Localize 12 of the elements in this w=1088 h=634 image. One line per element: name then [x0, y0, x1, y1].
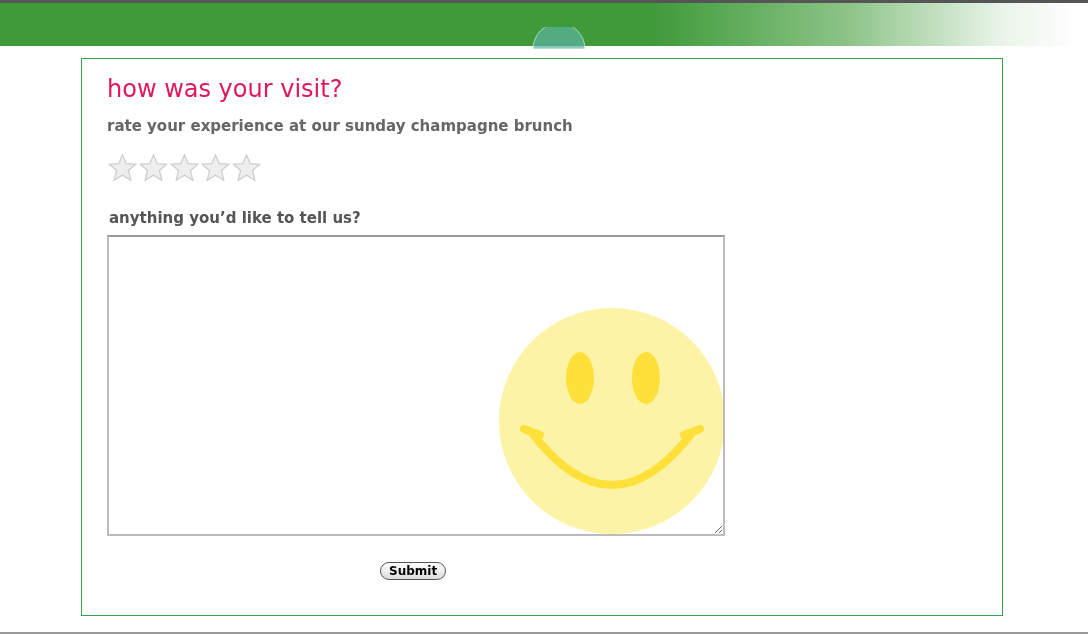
- star-icon[interactable]: [138, 153, 169, 183]
- bubble-icon: [532, 27, 586, 49]
- star-icon[interactable]: [231, 153, 262, 183]
- star-icon[interactable]: [107, 153, 138, 183]
- comment-field[interactable]: [107, 235, 725, 536]
- star-icon[interactable]: [200, 153, 231, 183]
- rating-label: rate your experience at our sunday champagne brunch: [107, 117, 574, 135]
- star-icon[interactable]: [169, 153, 200, 183]
- comment-label: anything you’d like to tell us?: [109, 209, 362, 227]
- page-title: how was your visit?: [107, 75, 344, 103]
- smiley-icon: [498, 307, 726, 535]
- submit-button[interactable]: Submit: [380, 562, 447, 580]
